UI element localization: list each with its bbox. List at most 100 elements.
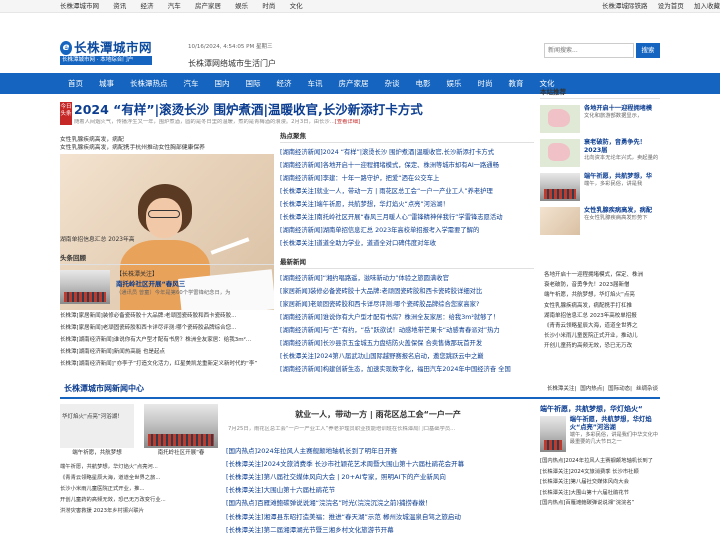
woman-thumbnail[interactable] bbox=[540, 207, 580, 236]
map-thumbnail[interactable] bbox=[540, 105, 580, 134]
list-item[interactable]: [家居新闻]装修必备瓷砖胶十大品牌:老顽固瓷砖胶和西卡瓷砖胶详细对比 bbox=[280, 285, 534, 298]
thumbnail-caption[interactable]: 端午祈愿，共航梦想 bbox=[60, 448, 134, 458]
photo-caption-2[interactable]: 女性乳腺疾病高发，病配携手杭州推动女性胸部健康保养 bbox=[60, 144, 274, 152]
list-item[interactable]: [长株潭关注]湘潭县东昭打造美福：推进“春天湖”示范 郴州汝城温泉自驾之旅启动 bbox=[226, 511, 530, 524]
list-item[interactable]: 湖南单招信息汇总 2023年高校单招报 bbox=[544, 311, 660, 321]
headline-image[interactable] bbox=[60, 270, 110, 305]
list-item[interactable]: [长株潭关注]2024文旅消费季 长沙市社颖 bbox=[540, 467, 660, 478]
recommend-item-title[interactable]: 端午祈愿，共航梦想，华 bbox=[584, 173, 652, 181]
recommend-item[interactable]: 端午祈愿，共航梦想，华 端午，多彩民俗，讲是我 bbox=[540, 173, 660, 202]
photo-caption-1[interactable]: 女性乳腺疾病高发，病配 bbox=[60, 136, 274, 144]
list-item[interactable]: 各地开启十一迎程拥堵模式，保定、株洲 bbox=[544, 270, 660, 280]
top-nav-news[interactable]: 资讯 bbox=[113, 2, 126, 10]
side-feature-item-title[interactable]: 端午祈愿，共航梦想，华灯焰火“点亮”河浴湖 bbox=[570, 416, 660, 432]
list-item[interactable]: [湖南经济新闻]李建：十年一路守护，把爱“洒在公交车上 bbox=[280, 172, 534, 185]
list-item[interactable]: 《青青云领略星辰大海，道道全世界之 bbox=[544, 321, 660, 331]
lantern-thumbnail[interactable]: 华灯焰火“点亮”河浴湖！ bbox=[60, 404, 134, 448]
nav-essays[interactable]: 杂谈 bbox=[377, 79, 408, 88]
thumbnail-card[interactable]: 南托岭社区开展“春 bbox=[144, 404, 218, 458]
nav-economy[interactable]: 经济 bbox=[269, 79, 300, 88]
nav-international[interactable]: 国际 bbox=[238, 79, 269, 88]
list-item[interactable]: [家居新闻]老顽固瓷砖胶和西卡详尽评测:哪个瓷砖胶品牌综合您家高家? bbox=[280, 298, 534, 311]
top-nav-culture[interactable]: 文化 bbox=[290, 2, 303, 10]
list-item[interactable]: 开创儿童药的高频无效，恐已无万改变行业... bbox=[60, 495, 218, 506]
event-thumbnail[interactable] bbox=[540, 416, 566, 452]
top-nav-home[interactable]: 长株潭城市网 bbox=[60, 2, 99, 10]
recommend-item[interactable]: 女性乳腺疾病高发，病配 在女性乳腺疾病高发形势下 bbox=[540, 207, 660, 236]
list-item[interactable]: [长株潭关注]第八届社交媒体风向大会 bbox=[540, 477, 660, 488]
top-nav-entertainment[interactable]: 娱乐 bbox=[235, 2, 248, 10]
center-headline[interactable]: 就业一人，带动一方 | 雨花区总工会“一户一产 bbox=[226, 410, 530, 420]
list-item[interactable]: 衰老破防，音勇争先！2023届新僧 bbox=[544, 280, 660, 290]
center-link-international[interactable]: 国际动态 bbox=[608, 386, 630, 392]
list-item[interactable]: 长株潭[家居新闻]装修必备瓷砖胶十大品牌:老顽固瓷砖胶和西卡瓷砖胶... bbox=[60, 310, 274, 322]
list-item[interactable]: [湖南经济新闻]与“芒”有约，“岳”跃欲试！动感地带芒果卡“动感青春派对”热力 bbox=[280, 324, 534, 337]
nav-movies[interactable]: 电影 bbox=[408, 79, 439, 88]
map-thumbnail[interactable] bbox=[540, 139, 580, 168]
list-item[interactable]: 长株潭[湖南经济新闻]“亦李子”打造文化活力，红星美凯龙重新定义新时代的“李” bbox=[60, 358, 274, 370]
list-item[interactable]: 长沙小米雨儿童医院正式开业，推... bbox=[60, 484, 218, 495]
event-thumbnail[interactable] bbox=[540, 173, 580, 202]
top-nav-home-decor[interactable]: 房产家居 bbox=[195, 2, 221, 10]
list-item[interactable]: 开创儿童药的高频无效，恐已无万改 bbox=[544, 341, 660, 351]
thumbnail-card[interactable]: 华灯焰火“点亮”河浴湖！ 端午祈愿，共航梦想 bbox=[60, 404, 134, 458]
list-item[interactable]: [长株潭关注]第二届湘潭湖光节暨三湘乡村文化旅游节开幕 bbox=[226, 524, 530, 537]
search-button[interactable]: 搜索 bbox=[636, 43, 660, 58]
list-item[interactable]: [长株潭关注]就业一人，带动一方 | 雨花区总工会“一户一产业工人”养老护理 bbox=[280, 185, 534, 198]
nav-home[interactable]: 首页 bbox=[60, 79, 91, 88]
list-item[interactable]: [长株潭关注]大围山第十六届杜鹃花节 bbox=[226, 484, 530, 497]
list-item[interactable]: [长株潭关注]南托岭社区开展“春风三月暖人心”雷锋精神伴我行”学雷锋志愿活动 bbox=[280, 211, 534, 224]
thumbnail-caption[interactable]: 南托岭社区开展“春 bbox=[144, 448, 218, 458]
list-item[interactable]: 端午祈愿，共航梦想，华灯焰火“点亮河... bbox=[60, 462, 218, 473]
headline-sub-title[interactable]: 南托岭社区开展“春风三 bbox=[116, 279, 230, 289]
list-item[interactable]: 洪涝灾害救援 2023年乡村振兴联片 bbox=[60, 506, 218, 517]
list-item[interactable]: 端午祈愿，共航梦想，华灯焰火“点亮 bbox=[544, 290, 660, 300]
list-item[interactable]: [湖南经济新闻]“湘约唱路遥，滋味新动力”体验之旅圆满收官 bbox=[280, 272, 534, 285]
nav-entertainment[interactable]: 娱乐 bbox=[439, 79, 470, 88]
recommend-item-title[interactable]: 女性乳腺疾病高发，病配 bbox=[584, 207, 652, 215]
lead-more-link[interactable]: [查看详细] bbox=[335, 119, 360, 125]
list-item[interactable]: [湖南经济新闻]构建创新生态，加速实现数字化，福田汽车2024年中国经济奋 全国 bbox=[280, 363, 534, 376]
list-item[interactable]: 长株潭[湖南经济新闻]新闻热高能 也是起点 bbox=[60, 346, 274, 358]
recommend-item[interactable]: 衰老破防，音勇争先！2023届 北向资本无论年兴式，卖起量的 bbox=[540, 139, 660, 168]
top-nav-economy[interactable]: 经济 bbox=[140, 2, 153, 10]
list-item[interactable]: [国内热点]百雁滩鲍碳弹说说湘“浣浣名” bbox=[540, 498, 660, 509]
list-item[interactable]: 长株潭[家居新闻]老顽固瓷砖胶和西卡详尽评测:哪个瓷砖胶品牌综合您... bbox=[60, 322, 274, 334]
center-link-domestic[interactable]: 国内热点 bbox=[580, 386, 602, 392]
lead-title[interactable]: 2024 “有样”|滚烫长沙 围炉煮酒|温暖收官,长沙新添打卡方式 bbox=[74, 102, 423, 118]
list-item[interactable]: [长株潭关注]第八届社交媒体风向大会 | 20+AI专家，照明AI下的产业新风向 bbox=[226, 471, 530, 484]
photo-caption-3[interactable]: 湖南单招信息汇总 2023年高 bbox=[60, 236, 135, 244]
news-center-title[interactable]: 长株潭城市网新闻中心 bbox=[64, 384, 144, 394]
site-logo[interactable]: e 长株潭城市网 长株潭城市网 · 本地综合门户 bbox=[60, 40, 152, 65]
recommend-item-title[interactable]: 衰老破防，音勇争先！2023届 bbox=[584, 139, 660, 155]
list-item[interactable]: [长株潭关注]2024第八届武功山国际越野赛报名启动，邀您跳跃云中之巅 bbox=[280, 350, 534, 363]
nav-city[interactable]: 城事 bbox=[91, 79, 122, 88]
list-item[interactable]: 长株潭[湖南经济新闻]谁说你有大户型才配有书房？株洲全友家居：给我3m²... bbox=[60, 334, 274, 346]
search-input[interactable] bbox=[544, 43, 634, 58]
nav-hotspot[interactable]: 长株潭热点 bbox=[122, 79, 176, 88]
list-item[interactable]: [国内热点]2024年拉风人主赛舰颠地轴机长到了明年日开赛 bbox=[226, 445, 530, 458]
list-item[interactable]: [湖南经济新闻]湖南单招信息汇总 2023年高校单招报考入学需要了解的 bbox=[280, 224, 534, 237]
list-item[interactable]: 女性乳腺疾病高发，病配携手打杠推 bbox=[544, 301, 660, 311]
center-link-local[interactable]: 长株潭关注 bbox=[547, 386, 575, 392]
list-item[interactable]: 长沙小米雨儿童医院正式开业，推动儿 bbox=[544, 331, 660, 341]
nav-culture[interactable]: 文化 bbox=[532, 79, 563, 88]
add-favorite-link[interactable]: 加入收藏 bbox=[694, 2, 720, 10]
nav-domestic[interactable]: 国内 bbox=[207, 79, 238, 88]
side-feature-title[interactable]: 端午祈愿，共航梦想，华灯焰火“ bbox=[540, 404, 660, 414]
recommend-item-title[interactable]: 各地开启十一迎程拥堵模 bbox=[584, 105, 652, 113]
nav-cars[interactable]: 车讯 bbox=[300, 79, 331, 88]
list-item[interactable]: [湖南经济新闻]2024 “有样”|滚烫长沙 围炉煮酒|温暖收官,长沙新添打卡方… bbox=[280, 146, 534, 159]
top-nav-fashion[interactable]: 时尚 bbox=[262, 2, 275, 10]
set-homepage-link[interactable]: 设为首页 bbox=[658, 2, 684, 10]
list-item[interactable]: 《青青云领略星辰大海，道道全世界之旅... bbox=[60, 473, 218, 484]
nav-auto[interactable]: 汽车 bbox=[176, 79, 207, 88]
event-thumbnail[interactable] bbox=[144, 404, 218, 448]
intercity-rail-link[interactable]: 长株潭城际铁路 bbox=[602, 2, 648, 10]
recommend-item[interactable]: 各地开启十一迎程拥堵模 文化和旅游部数据显示， bbox=[540, 105, 660, 134]
nav-education[interactable]: 教育 bbox=[501, 79, 532, 88]
list-item[interactable]: [长株潭关注]2024文旅消费季 长沙市社颖花艺术周暨大围山第十六届杜鹃花会开幕 bbox=[226, 458, 530, 471]
list-item[interactable]: [长株潭关注]大围山第十六届杜鹃花节 bbox=[540, 488, 660, 499]
list-item[interactable]: [长株潭关注]道道全助力学业，道道全对口碑伟度对年收 bbox=[280, 237, 534, 250]
list-item[interactable]: [长株潭关注]端午祈愿，共航梦想，华灯焰火“点亮”河浴湖！ bbox=[280, 198, 534, 211]
